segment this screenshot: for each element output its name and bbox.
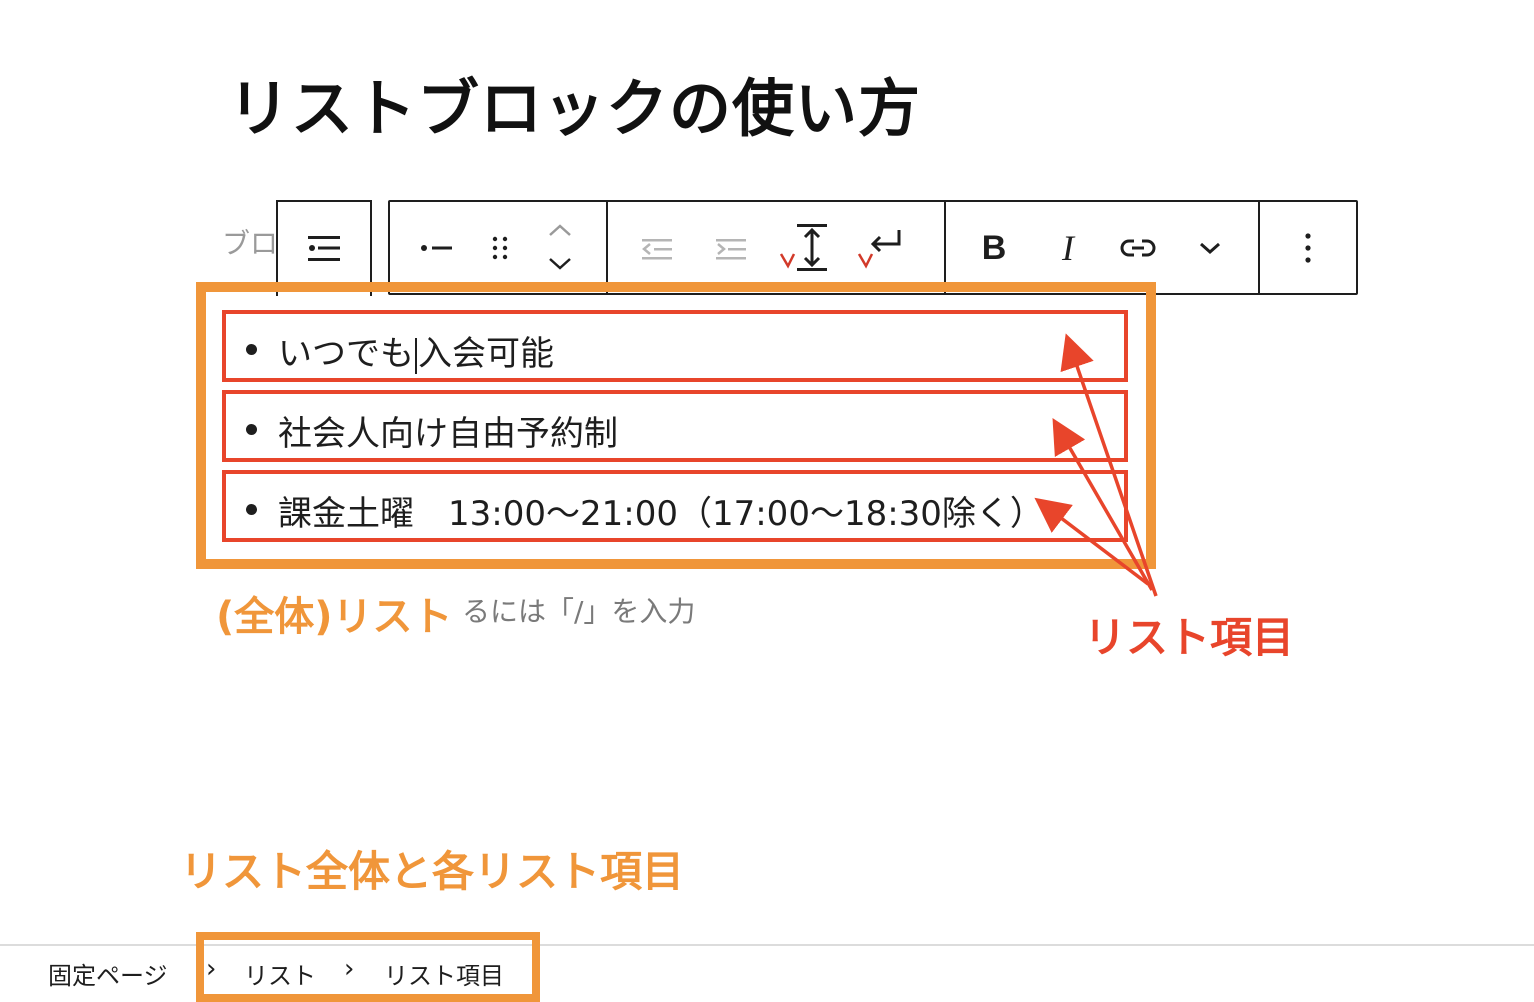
list-item-label: リスト項目 xyxy=(1084,613,1295,662)
placeholder-fragment-bottom: るには「/」を入力 xyxy=(462,595,696,628)
breadcrumb-page[interactable]: 固定ページ xyxy=(48,956,168,991)
arrow-to-item-3 xyxy=(1034,497,1150,586)
caption: リスト全体と各リスト項目 xyxy=(180,847,685,896)
whole-list-label: (全体)リスト xyxy=(216,594,453,640)
breadcrumb-highlight xyxy=(196,932,540,1002)
